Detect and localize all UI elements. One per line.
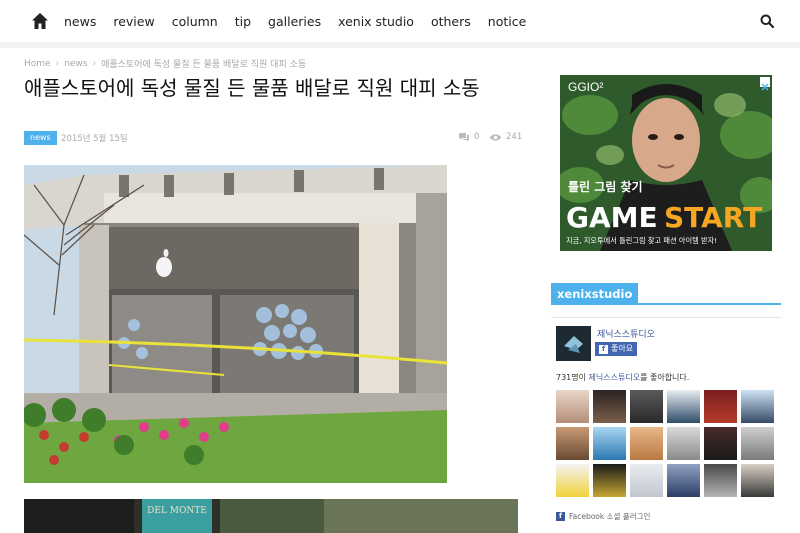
nav-item-galleries[interactable]: galleries	[268, 14, 321, 29]
avatar[interactable]	[741, 427, 774, 460]
breadcrumb: Home › news › 애플스토어에 독성 물질 든 물품 배달로 직원 대…	[24, 57, 307, 71]
avatar[interactable]	[630, 390, 663, 423]
chevron-right-icon: ›	[55, 58, 60, 69]
facebook-icon: f	[599, 344, 608, 354]
search-icon[interactable]	[760, 14, 774, 28]
ad-headline-2: START	[664, 201, 762, 234]
avatar[interactable]	[593, 464, 626, 497]
facebook-plugin-credit[interactable]: f Facebook 소셜 플러그인	[556, 511, 650, 522]
breadcrumb-category[interactable]: news	[64, 59, 87, 69]
nav-menu: news review column tip galleries xenix s…	[64, 0, 543, 42]
like-count-page[interactable]: 제닉스스튜디오	[589, 373, 641, 382]
top-navigation: news review column tip galleries xenix s…	[0, 0, 800, 42]
nav-divider	[0, 42, 800, 48]
comment-icon	[459, 133, 469, 142]
nav-item-news[interactable]: news	[64, 14, 96, 29]
home-icon[interactable]	[31, 12, 49, 30]
sidebar-advertisement[interactable]: GGIO² 틀린 그림 찾기 GAME START 지금, 지오투에서 틀린그림…	[560, 75, 772, 251]
avatar[interactable]	[556, 464, 589, 497]
page-title: 애플스토어에 독성 물질 든 물품 배달로 직원 대피 소동	[24, 76, 480, 100]
avatar[interactable]	[741, 390, 774, 423]
widget-title: xenixstudio	[551, 283, 639, 305]
avatar[interactable]	[704, 464, 737, 497]
post-date: 2015년 5월 15일	[61, 134, 128, 144]
avatar[interactable]	[667, 427, 700, 460]
breadcrumb-home[interactable]: Home	[24, 59, 51, 69]
nav-item-xenix-studio[interactable]: xenix studio	[338, 14, 414, 29]
avatar[interactable]	[593, 427, 626, 460]
fan-avatars	[556, 390, 776, 497]
avatar[interactable]	[630, 427, 663, 460]
ad-tagline: 틀린 그림 찾기	[568, 179, 643, 194]
like-button-label: 좋아요	[611, 344, 634, 353]
view-count: 241	[489, 132, 522, 142]
nav-item-notice[interactable]: notice	[488, 14, 527, 29]
comment-count-value: 0	[474, 132, 480, 142]
nav-item-tip[interactable]: tip	[235, 14, 251, 29]
page-avatar[interactable]	[556, 326, 591, 361]
facebook-page-plugin: 제닉스스튜디오 f 좋아요 731명이 제닉스스튜디오를 좋아합니다. f Fa…	[551, 317, 781, 524]
breadcrumb-current: 애플스토어에 독성 물질 든 물품 배달로 직원 대피 소동	[101, 60, 307, 70]
article-photo-apple-store	[24, 165, 447, 483]
avatar[interactable]	[741, 464, 774, 497]
ad-brand: GGIO²	[568, 80, 603, 94]
ad-subtext: 지금, 지오투에서 틀린그림 찾고 패션 아이템 받자!	[566, 236, 717, 245]
facebook-plugin-credit-label: Facebook 소셜 플러그인	[569, 512, 651, 521]
view-count-value: 241	[506, 132, 523, 142]
like-count-number: 731명이	[556, 373, 586, 382]
ad-image: GGIO² 틀린 그림 찾기 GAME START 지금, 지오투에서 틀린그림…	[560, 75, 772, 251]
comment-count[interactable]: 0	[458, 132, 479, 142]
avatar[interactable]	[593, 390, 626, 423]
like-count-suffix: 를 좋아합니다.	[640, 373, 690, 382]
chevron-right-icon: ›	[92, 58, 97, 69]
avatar[interactable]	[667, 464, 700, 497]
like-count: 731명이 제닉스스튜디오를 좋아합니다.	[556, 372, 689, 383]
ad-headline-1: GAME	[566, 201, 658, 234]
nav-item-review[interactable]: review	[113, 14, 154, 29]
nav-item-column[interactable]: column	[172, 14, 218, 29]
facebook-icon: f	[556, 512, 565, 521]
like-button[interactable]: f 좋아요	[595, 342, 638, 356]
widget-header: xenixstudio	[551, 283, 781, 305]
apple-store-image	[24, 165, 447, 483]
article-photo-del-monte: DEL MONTE	[24, 499, 518, 533]
avatar[interactable]	[556, 390, 589, 423]
del-monte-image: DEL MONTE	[24, 499, 518, 533]
category-badge[interactable]: news	[24, 131, 57, 145]
avatar[interactable]	[630, 464, 663, 497]
page-name-link[interactable]: 제닉스스튜디오	[597, 327, 655, 340]
ad-close-icon[interactable]	[760, 77, 770, 91]
avatar[interactable]	[704, 427, 737, 460]
avatar[interactable]	[667, 390, 700, 423]
nav-item-others[interactable]: others	[431, 14, 471, 29]
del-monte-sign: DEL MONTE	[147, 506, 207, 516]
article-meta: news 2015년 5월 15일 0 241	[24, 131, 522, 145]
avatar[interactable]	[704, 390, 737, 423]
avatar[interactable]	[556, 427, 589, 460]
eye-icon	[489, 133, 502, 141]
